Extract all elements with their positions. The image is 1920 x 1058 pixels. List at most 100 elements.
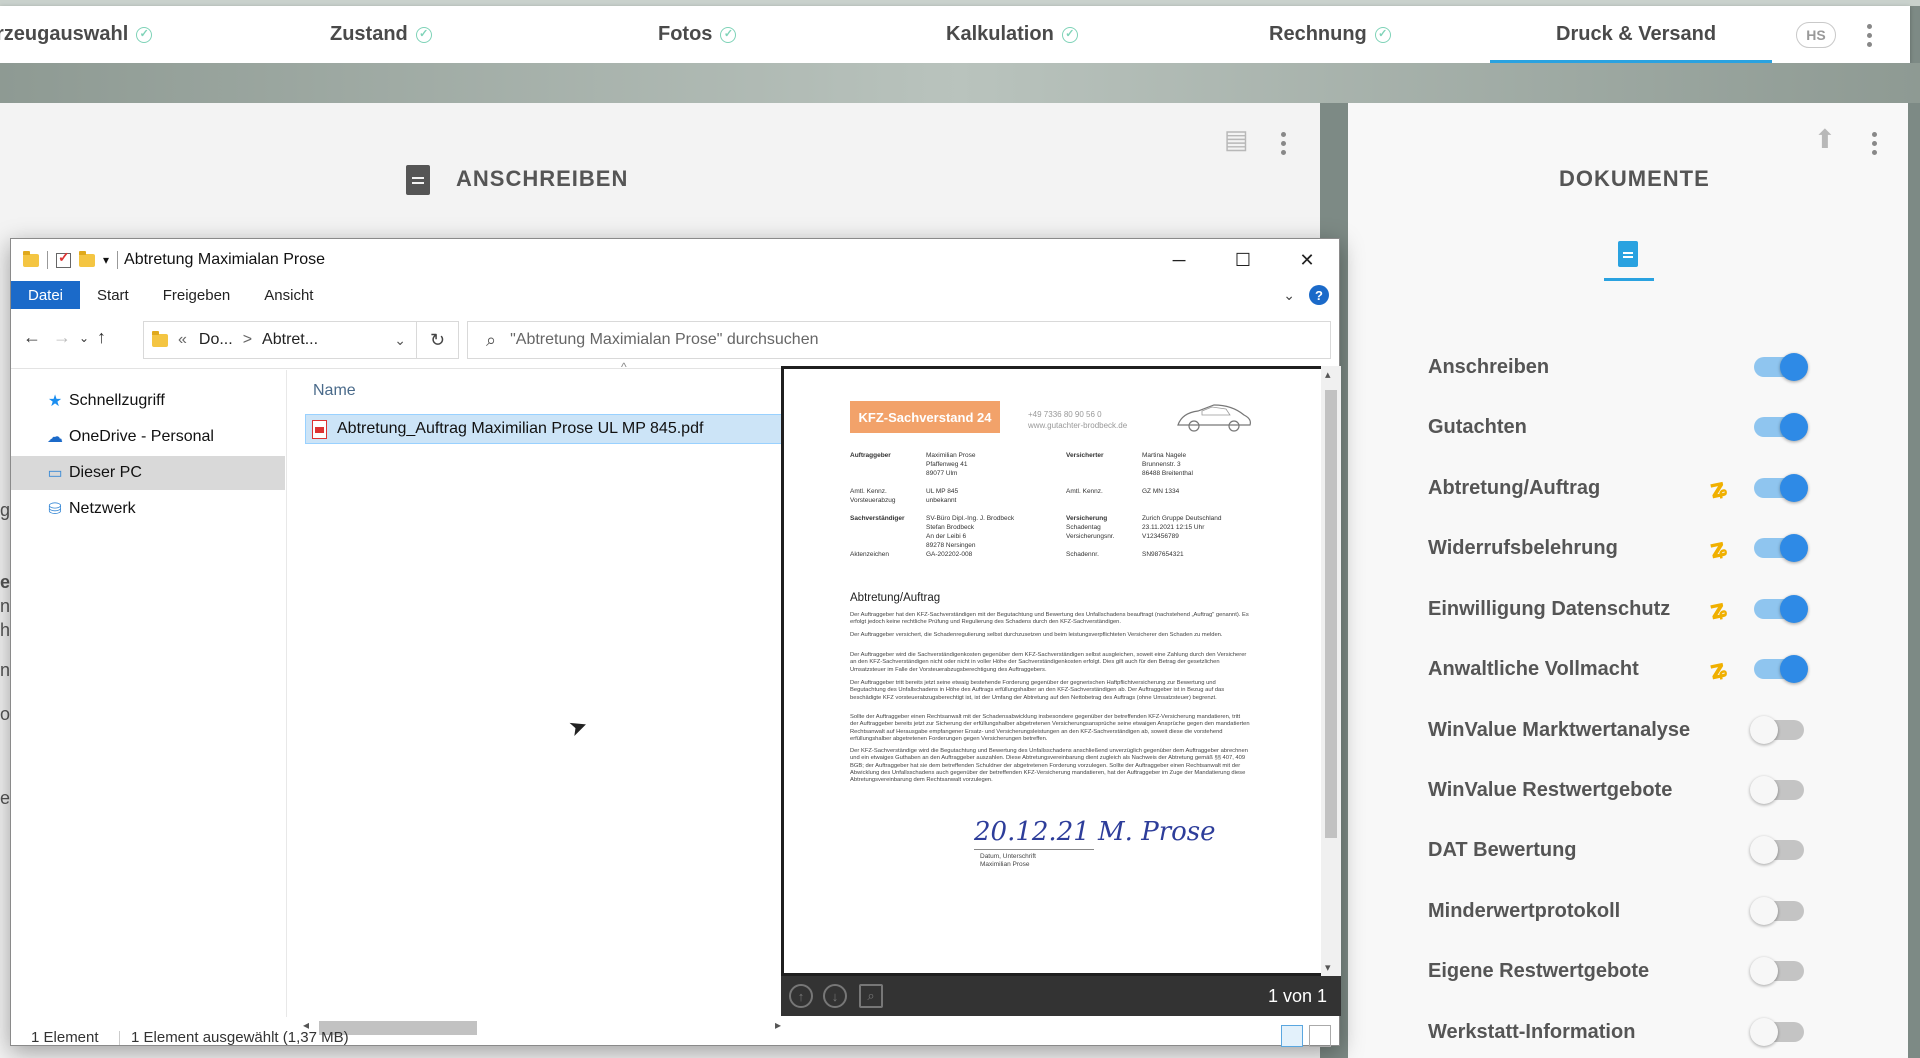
nav-item-label: OneDrive - Personal <box>69 428 214 445</box>
nav-item-this-pc[interactable]: ▭ Dieser PC <box>11 456 285 490</box>
document-toggle[interactable] <box>1754 534 1808 562</box>
signature-icon[interactable]: ʑ <box>1707 653 1731 686</box>
doc-value: 23.11.2021 12:15 Uhr <box>1142 524 1205 531</box>
scroll-up-icon[interactable]: ▴ <box>1325 368 1331 381</box>
preview-vertical-scrollbar[interactable]: ▴ ▾ <box>1321 366 1341 976</box>
document-row: Gutachten <box>1428 407 1828 447</box>
details-view-icon[interactable] <box>1281 1025 1303 1047</box>
document-toggle[interactable] <box>1750 1018 1804 1046</box>
file-list: ^ Name Abtretung_Auftrag Maximilian Pros… <box>287 360 787 1017</box>
nav-item-onedrive[interactable]: ☁ OneDrive - Personal <box>11 420 285 454</box>
document-toggle[interactable] <box>1754 595 1808 623</box>
star-icon: ★ <box>47 393 63 410</box>
document-label: Anwaltliche Vollmacht <box>1428 657 1639 680</box>
address-row: ← → ⌄ ↑ « Do... > Abtret... ⌄ ↻ ⌕ "Abtre… <box>11 309 1339 369</box>
document-row: Anwaltliche Vollmacht ʑ <box>1428 649 1828 689</box>
document-row: DAT Bewertung <box>1428 830 1828 870</box>
column-header-name[interactable]: Name <box>313 382 356 400</box>
breadcrumb-current[interactable]: Abtret... <box>262 331 318 349</box>
minimize-button[interactable]: ─ <box>1147 239 1211 281</box>
file-name: Abtretung_Auftrag Maximilian Prose UL MP… <box>337 420 704 437</box>
tab-rechnung[interactable]: Rechnung ✓ <box>1269 6 1391 63</box>
nav-item-quick-access[interactable]: ★ Schnellzugriff <box>11 384 285 418</box>
breadcrumb-documents[interactable]: Do... <box>199 331 233 349</box>
more-vert-icon[interactable] <box>1280 132 1286 155</box>
next-page-icon[interactable]: ↓ <box>823 984 847 1008</box>
scroll-down-icon[interactable]: ▾ <box>1325 961 1331 974</box>
preview-pane: KFZ-Sachverstand 24 +49 7336 80 90 56 0 … <box>781 366 1329 976</box>
text-fragment: h <box>0 620 11 640</box>
doc-value: unbekannt <box>926 497 957 504</box>
pdf-file-icon <box>312 419 327 439</box>
tab-zustand[interactable]: Zustand ✓ <box>330 6 432 63</box>
tab-fotos[interactable]: Fotos ✓ <box>658 6 737 63</box>
close-button[interactable]: ✕ <box>1275 239 1339 281</box>
doc-value: V123456789 <box>1142 533 1179 540</box>
tab-start[interactable]: Start <box>80 281 146 309</box>
doc-label: Schadentag <box>1066 524 1101 531</box>
document-paragraph: Sollte der Auftraggeber einen Rechtsanwa… <box>850 714 1250 742</box>
tab-druck-versand[interactable]: Druck & Versand <box>1556 6 1716 63</box>
overflow-chevron[interactable]: « <box>178 331 187 349</box>
document-tab-icon[interactable] <box>1618 241 1638 267</box>
add-note-icon[interactable]: ▤ <box>1224 124 1249 155</box>
forward-arrow-icon[interactable]: → <box>53 327 71 348</box>
tab-label: Kalkulation <box>946 23 1054 45</box>
document-toggle[interactable] <box>1754 655 1808 683</box>
text-fragment: n <box>0 660 11 680</box>
recent-locations-icon[interactable]: ⌄ <box>79 331 89 345</box>
document-toggle[interactable] <box>1754 413 1808 441</box>
search-icon: ⌕ <box>486 329 497 350</box>
tab-datei[interactable]: Datei <box>11 281 81 309</box>
tab-fahrzeugauswahl[interactable]: rzeugauswahl ✓ <box>0 6 153 63</box>
upload-icon[interactable]: ⬆ <box>1814 124 1836 155</box>
file-row[interactable]: Abtretung_Auftrag Maximilian Prose UL MP… <box>305 414 783 444</box>
user-avatar[interactable]: HS <box>1796 22 1836 48</box>
doc-value: 89278 Nersingen <box>926 542 976 549</box>
maximize-button[interactable]: ☐ <box>1211 239 1275 281</box>
quick-access-dropdown-icon[interactable]: ▾ <box>103 253 109 267</box>
back-arrow-icon[interactable]: ← <box>23 327 41 348</box>
check-circle-icon: ✓ <box>136 26 153 43</box>
document-toggle[interactable] <box>1750 836 1804 864</box>
signature-caption: Datum, Unterschrift Maximilian Prose <box>980 853 1036 869</box>
more-vert-icon[interactable] <box>1871 132 1877 155</box>
document-row: Abtretung/Auftrag ʑ <box>1428 468 1828 508</box>
document-toggle[interactable] <box>1750 897 1804 925</box>
doc-value: 86488 Breitenthal <box>1142 470 1193 477</box>
expand-ribbon-icon[interactable]: ⌄ <box>1283 287 1295 304</box>
document-toggle[interactable] <box>1750 957 1804 985</box>
up-arrow-icon[interactable]: ↑ <box>97 327 106 348</box>
properties-icon[interactable] <box>56 249 71 268</box>
address-dropdown-icon[interactable]: ⌄ <box>394 332 406 349</box>
large-icons-view-icon[interactable] <box>1309 1025 1331 1047</box>
tab-freigeben[interactable]: Freigeben <box>146 281 248 309</box>
zoom-page-icon[interactable]: ⌕ <box>859 984 883 1008</box>
document-label: WinValue Marktwertanalyse <box>1428 718 1691 741</box>
tab-ansicht[interactable]: Ansicht <box>247 281 330 309</box>
doc-label: Amtl. Kennz. <box>850 488 887 495</box>
more-vert-icon[interactable] <box>1866 24 1872 47</box>
signature-icon[interactable]: ʑ <box>1707 472 1731 505</box>
search-input[interactable]: ⌕ "Abtretung Maximialan Prose" durchsuch… <box>467 321 1331 359</box>
address-bar[interactable]: « Do... > Abtret... ⌄ <box>143 321 417 359</box>
signature-icon[interactable]: ʑ <box>1707 593 1731 626</box>
signature-caption-line: Maximilian Prose <box>980 861 1030 868</box>
scrollbar-thumb[interactable] <box>1325 390 1337 838</box>
help-icon[interactable]: ? <box>1309 285 1329 305</box>
refresh-button[interactable]: ↻ <box>417 321 459 359</box>
doc-value: GZ MN 1334 <box>1142 488 1180 495</box>
document-toggle[interactable] <box>1754 474 1808 502</box>
dokumente-title: DOKUMENTE <box>1559 166 1710 191</box>
tab-kalkulation[interactable]: Kalkulation ✓ <box>946 6 1078 63</box>
document-label: Eigene Restwertgebote <box>1428 959 1650 982</box>
brand-web: www.gutachter-brodbeck.de <box>1028 421 1128 430</box>
document-label: Minderwertprotokoll <box>1428 899 1621 922</box>
previous-page-icon[interactable]: ↑ <box>789 984 813 1008</box>
signature-icon[interactable]: ʑ <box>1707 532 1731 565</box>
document-toggle[interactable] <box>1750 776 1804 804</box>
nav-item-network[interactable]: ⛁ Netzwerk <box>11 492 285 526</box>
document-toggle[interactable] <box>1750 716 1804 744</box>
document-toggle[interactable] <box>1754 353 1808 381</box>
new-folder-icon[interactable] <box>79 250 95 267</box>
